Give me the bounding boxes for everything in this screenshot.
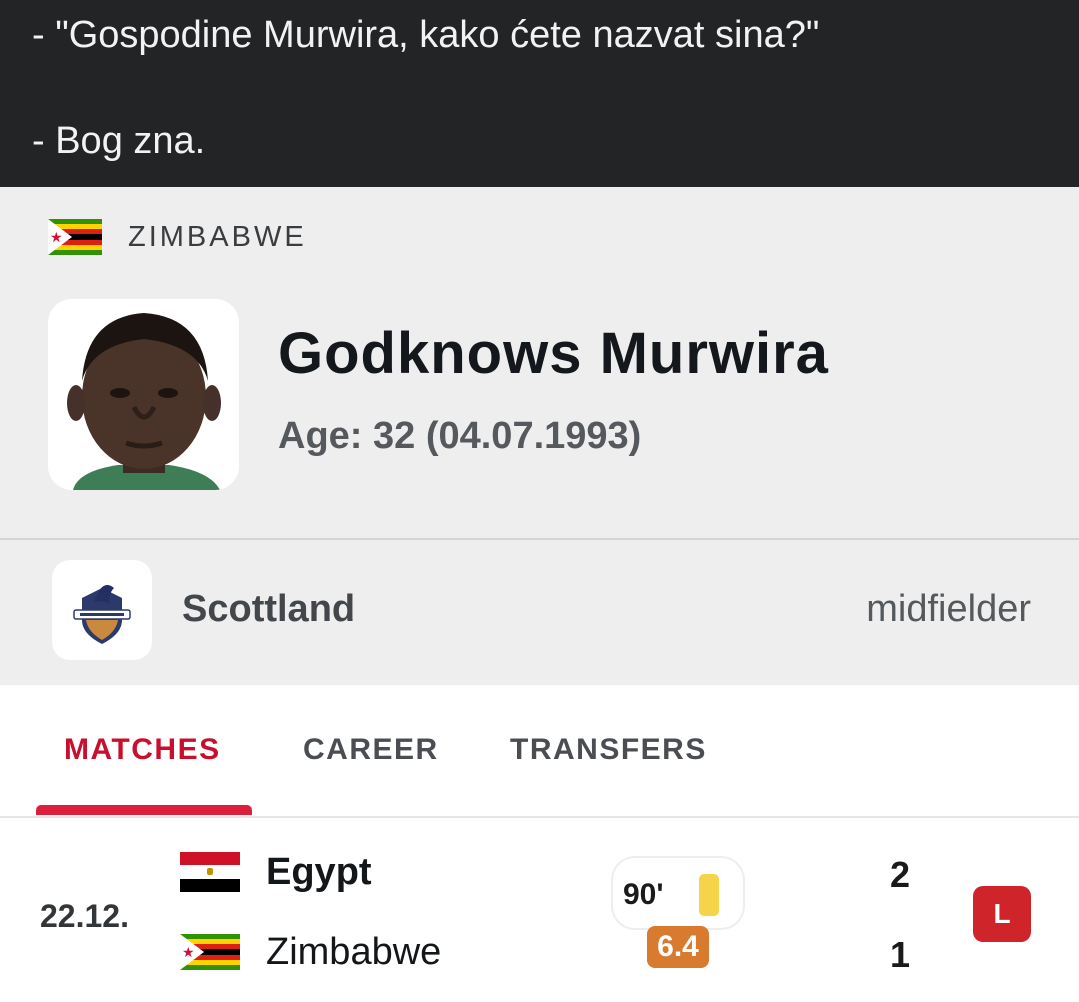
tab-transfers[interactable]: TRANSFERS [510, 733, 707, 767]
yellow-card-icon [699, 874, 719, 916]
tab-career[interactable]: CAREER [303, 733, 439, 767]
away-score: 1 [889, 934, 911, 975]
meme-caption: - "Gospodine Murwira, kako ćete nazvat s… [0, 0, 1079, 187]
player-position: midfielder [866, 588, 1031, 630]
home-team-name: Egypt [266, 850, 372, 893]
player-age: Age: 32 (04.07.1993) [278, 415, 642, 457]
player-name: Godknows Murwira [278, 321, 829, 386]
zimbabwe-flag-icon: ★ [48, 219, 102, 255]
caption-line-1: - "Gospodine Murwira, kako ćete nazvat s… [32, 14, 820, 56]
tab-matches[interactable]: MATCHES [64, 733, 221, 767]
match-result-badge: L [973, 886, 1031, 942]
minutes-played-pill: 90' [613, 858, 743, 928]
home-score: 2 [889, 854, 911, 895]
team-logo [52, 560, 152, 660]
player-avatar-icon [48, 299, 239, 490]
match-row[interactable]: 22.12. Egypt ★ Zimbabwe 90' 6.4 2 1 L [0, 818, 1079, 1002]
active-tab-indicator [36, 805, 252, 815]
country-link[interactable]: ★ ZIMBABWE [48, 217, 307, 257]
player-photo [48, 299, 239, 490]
scottland-crest-icon [73, 585, 131, 644]
country-name: ZIMBABWE [128, 220, 307, 253]
home-team: Egypt [180, 850, 372, 894]
match-date: 22.12. [40, 898, 129, 934]
minutes-played: 90' [623, 878, 664, 911]
team-name: Scottland [182, 588, 356, 630]
caption-line-2: - Bog zna. [32, 120, 206, 162]
team-row[interactable]: Scottland midfielder [0, 540, 1079, 685]
tab-bar: MATCHES CAREER TRANSFERS [0, 685, 1079, 817]
player-rating-badge: 6.4 [647, 926, 709, 968]
away-team: ★ Zimbabwe [180, 930, 441, 974]
player-header: ★ ZIMBABWE Godknows Murwira Age: 32 (04.… [0, 187, 1079, 539]
away-team-name: Zimbabwe [266, 930, 442, 973]
egypt-flag-icon [180, 852, 240, 892]
zimbabwe-flag-icon: ★ [180, 934, 240, 970]
